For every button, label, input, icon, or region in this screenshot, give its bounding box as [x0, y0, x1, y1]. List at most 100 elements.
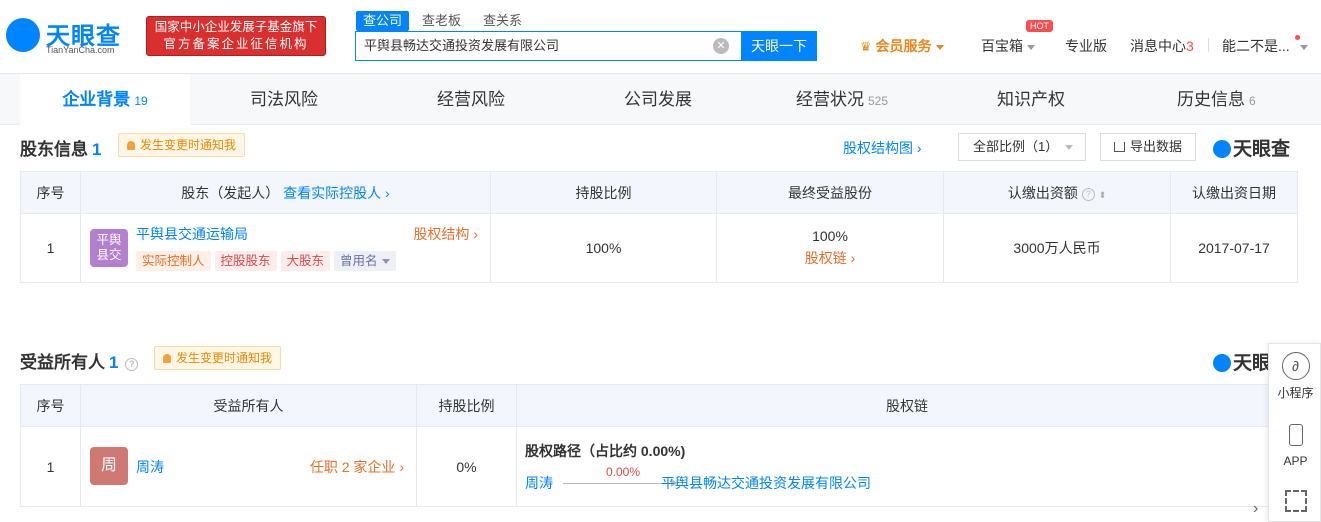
- ratio-filter-select[interactable]: 全部比例（1）: [958, 133, 1086, 161]
- search-tab-boss[interactable]: 查老板: [415, 11, 468, 31]
- search-button[interactable]: 天眼一下: [741, 31, 817, 61]
- tag-actual-controller: 实际控制人: [136, 251, 211, 271]
- tianyancha-logo[interactable]: 天眼查 TianYanCha.com: [6, 14, 136, 58]
- tab-operation-status[interactable]: 经营状况 525: [796, 74, 888, 125]
- column-header: 股权链: [516, 384, 1298, 427]
- positions-link[interactable]: 任职 2 家企业 ›: [310, 457, 404, 477]
- tab-judicial-risk[interactable]: 司法风险: [250, 74, 318, 125]
- official-badge[interactable]: 国家中小企业发展子基金旗下 官方备案企业征信机构: [146, 16, 326, 56]
- clear-icon[interactable]: ✕: [713, 38, 729, 54]
- qr-code-button[interactable]: [1269, 490, 1321, 512]
- avatar: 平舆县交: [90, 229, 128, 267]
- equity-chain-cell: 股权路径（占比约 0.00%) 周涛 0.00% 平舆县畅达交通投资发展有限公司: [516, 426, 1298, 507]
- help-icon[interactable]: ?: [1081, 187, 1095, 201]
- logo-icon: [1213, 354, 1231, 372]
- treasure-box-menu[interactable]: 百宝箱: [981, 36, 1035, 56]
- table-row: 1 周 周涛 任职 2 家企业 › 0% 股权路径（占比约 0.00%) 周涛 …: [20, 426, 1298, 507]
- tab-history[interactable]: 历史信息 6: [1177, 74, 1256, 125]
- beneficiary-cell: 周 周涛 任职 2 家企业 ›: [80, 426, 417, 507]
- path-from-link[interactable]: 周涛: [525, 473, 553, 493]
- export-data-button[interactable]: 导出数据: [1100, 133, 1196, 161]
- equity-chain-link[interactable]: 股权链 ›: [717, 248, 943, 268]
- bell-icon: [163, 354, 171, 363]
- tab-count: 19: [134, 94, 148, 108]
- final-ratio: 100%: [812, 228, 848, 244]
- tab-ip[interactable]: 知识产权: [997, 74, 1065, 125]
- notify-change-button[interactable]: 发生变更时通知我: [118, 133, 246, 157]
- tianyancha-watermark: 天眼查: [1213, 134, 1290, 161]
- tag-label: 曾用名: [340, 254, 378, 268]
- pro-version-link[interactable]: 专业版: [1065, 36, 1107, 56]
- view-actual-controller-link[interactable]: 查看实际控股人 ›: [283, 185, 390, 201]
- mini-program-icon: ∂: [1281, 352, 1310, 380]
- tag-former-name[interactable]: 曾用名: [334, 251, 396, 271]
- notify-change-button[interactable]: 发生变更时通知我: [154, 346, 282, 370]
- avatar: 周: [90, 447, 128, 485]
- search-input[interactable]: [364, 37, 704, 52]
- link-label: 股权链: [804, 250, 847, 266]
- sort-icon[interactable]: ⬍: [1099, 190, 1107, 200]
- tab-company-development[interactable]: 公司发展: [624, 74, 692, 125]
- shareholders-table: 序号 股东（发起人） 查看实际控股人 › 持股比例 最终受益股份 认缴出资额 ?…: [20, 171, 1298, 283]
- path-arrow-line: [563, 483, 675, 484]
- tab-label: 经营状况: [796, 90, 864, 109]
- section-count: 1: [92, 140, 102, 159]
- link-label: 股权结构图: [843, 140, 913, 156]
- column-header: 认缴出资日期: [1170, 171, 1298, 214]
- beneficiary-name-link[interactable]: 周涛: [136, 457, 164, 477]
- tab-background[interactable]: 企业背景 19: [20, 74, 190, 125]
- section-title-text: 受益所有人: [20, 353, 105, 372]
- shareholder-name-link[interactable]: 平舆县交通运输局: [136, 224, 248, 244]
- path-percentage: 0.00%: [605, 465, 641, 479]
- bell-icon: [127, 141, 135, 150]
- mini-program-button[interactable]: ∂ 小程序: [1269, 352, 1321, 401]
- row-index: 1: [20, 213, 81, 283]
- capital-cell: 3000万人民币: [943, 213, 1171, 283]
- tab-label: 历史信息: [1177, 90, 1245, 109]
- column-header: 股东（发起人） 查看实际控股人 ›: [80, 171, 491, 214]
- logo-icon: [1213, 140, 1231, 158]
- app-button[interactable]: APP: [1269, 424, 1321, 468]
- help-icon[interactable]: ?: [125, 358, 139, 371]
- chevron-down-icon: [1027, 44, 1035, 50]
- tab-count: 6: [1249, 94, 1256, 108]
- top-header: 天眼查 TianYanCha.com 国家中小企业发展子基金旗下 官方备案企业征…: [0, 0, 1321, 74]
- equity-structure-link[interactable]: 股权结构图 ›: [843, 138, 922, 158]
- chevron-right-icon: ›: [846, 250, 856, 266]
- watermark-text: 天眼: [1233, 353, 1272, 374]
- column-header: 最终受益股份: [716, 171, 944, 214]
- chevron-right-icon: ›: [913, 140, 922, 156]
- nav-divider: [1208, 38, 1209, 52]
- tab-label: 经营风险: [437, 90, 505, 109]
- chevron-right-icon[interactable]: ›: [1253, 500, 1258, 518]
- ratio-cell: 0%: [416, 426, 517, 507]
- shareholder-cell: 平舆县交 平舆县交通运输局 股权结构 › 实际控制人 控股股东 大股东 曾用名: [80, 213, 491, 283]
- equity-path-title: 股权路径（占比约 0.00%): [525, 443, 686, 459]
- logo-icon: [6, 18, 40, 52]
- tab-label: 司法风险: [250, 90, 318, 109]
- badge-line-1: 国家中小企业发展子基金旗下: [154, 20, 318, 34]
- section-title-text: 股东信息: [20, 140, 88, 159]
- watermark-text: 天眼查: [1233, 139, 1291, 160]
- tab-business-risk[interactable]: 经营风险: [437, 74, 505, 125]
- equity-structure-link[interactable]: 股权结构 ›: [413, 224, 478, 244]
- shareholders-title: 股东信息 1: [20, 135, 101, 160]
- path-to-link[interactable]: 平舆县畅达交通投资发展有限公司: [661, 473, 871, 493]
- search-tab-relation[interactable]: 查关系: [476, 11, 529, 31]
- crown-icon: ♛: [860, 39, 872, 54]
- search-tab-company[interactable]: 查公司: [356, 11, 410, 31]
- vip-service-menu[interactable]: ♛ 会员服务: [860, 36, 944, 56]
- floating-side-panel: ∂ 小程序 APP: [1268, 343, 1321, 522]
- app-label: APP: [1283, 454, 1308, 468]
- final-benefit-cell: 100% 股权链 ›: [716, 213, 944, 283]
- message-center-link[interactable]: 消息中心3: [1130, 36, 1194, 56]
- tab-count: 525: [868, 94, 889, 108]
- hot-badge: HOT: [1026, 20, 1053, 32]
- notify-label: 发生变更时通知我: [176, 351, 273, 365]
- tag-major-shareholder: 大股东: [280, 251, 331, 271]
- tab-label: 公司发展: [624, 90, 692, 109]
- chevron-down-icon: [1065, 145, 1073, 150]
- search-type-tabs: 查公司 查老板 查关系: [356, 11, 537, 31]
- user-name: 能二不是...: [1222, 38, 1290, 54]
- chevron-down-icon: [1299, 44, 1308, 50]
